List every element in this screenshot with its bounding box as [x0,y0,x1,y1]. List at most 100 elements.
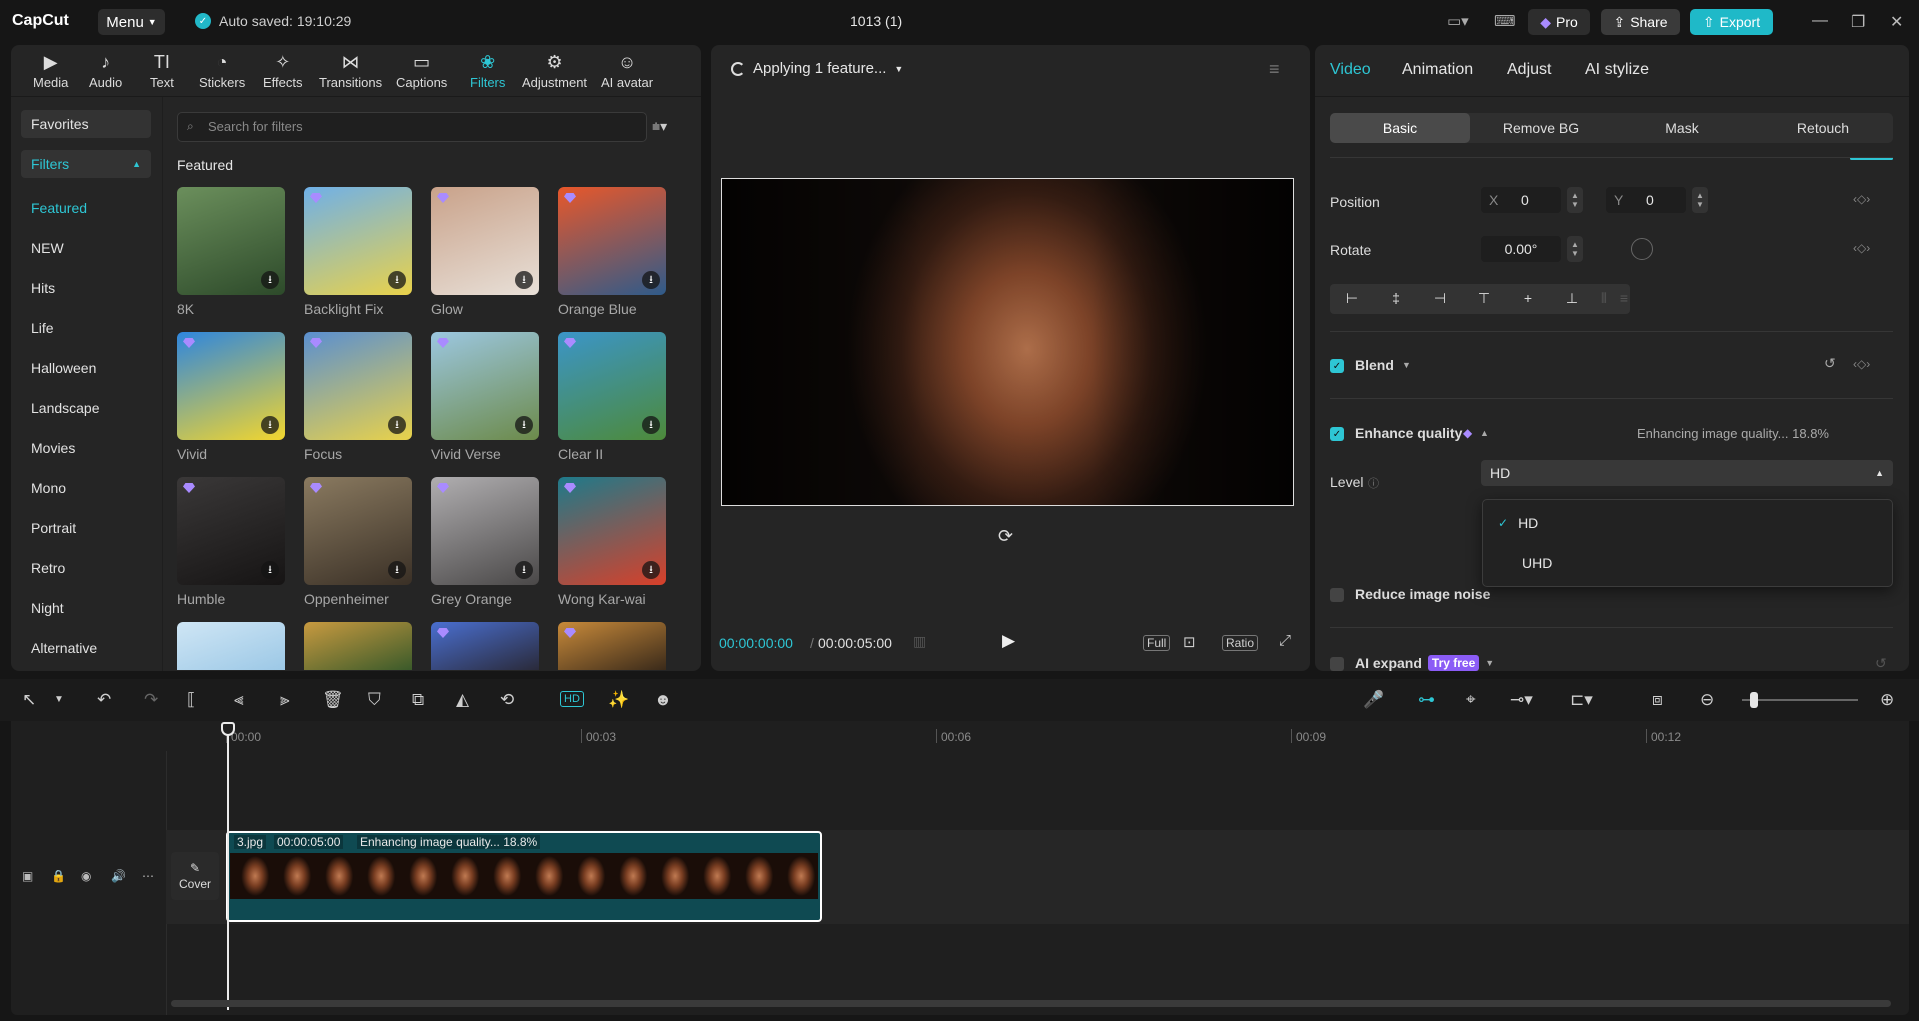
applying-status[interactable]: Applying 1 feature... ▼ [731,60,903,77]
download-icon[interactable]: ⭳ [388,416,406,434]
download-icon[interactable]: ⭳ [261,271,279,289]
filter-card[interactable]: ⭳ 8K [177,187,285,317]
eye-icon[interactable]: ◉ [81,869,91,883]
play-icon[interactable]: ▶ [1002,631,1015,651]
level-option-hd[interactable]: ✓ HD [1483,508,1892,538]
subtab-basic[interactable]: Basic [1330,113,1470,143]
reset-icon[interactable]: ↺ [1824,355,1836,372]
align-right-icon[interactable]: ⊣ [1430,290,1450,307]
undo-icon[interactable]: ↶ [97,690,111,710]
crop-icon[interactable]: ⧉ [412,690,424,710]
enhance-checkbox[interactable]: ✓ [1330,427,1344,441]
subtab-mask[interactable]: Mask [1612,113,1752,143]
filter-card[interactable]: ⭳ Oppenheimer [304,477,412,607]
subtab-retouch[interactable]: Retouch [1753,113,1893,143]
level-option-uhd[interactable]: UHD [1483,548,1892,578]
info-icon[interactable]: ⓘ [1368,475,1379,491]
sidebar-item-movies[interactable]: Movies [31,440,75,456]
screenshot-icon[interactable]: ⊡ [1183,633,1196,651]
fullscreen-icon[interactable]: ⤢ [1279,632,1291,649]
close-icon[interactable]: ✕ [1890,12,1903,32]
tab-filters[interactable]: ❀ Filters [470,51,505,90]
filter-card[interactable]: ⭳ Humble [177,477,285,607]
filter-card[interactable]: ⭳ Wong Kar-wai [558,477,666,607]
sidebar-favorites[interactable]: Favorites [21,110,151,138]
download-icon[interactable]: ⭳ [515,561,533,579]
filter-card[interactable] [558,622,666,670]
rotate-dial[interactable] [1631,238,1653,260]
delete-icon[interactable]: 🗑 [322,690,344,710]
keyframe-icon[interactable]: ‹◇› [1853,357,1870,371]
download-icon[interactable]: ⭳ [642,416,660,434]
search-input[interactable]: Search for filters [177,112,647,142]
rotate-field[interactable]: 0.00° [1481,236,1561,262]
filter-card[interactable]: ⭳ Vivid [177,332,285,462]
lock-icon[interactable]: 🔒 [51,869,66,883]
filter-thumbnail[interactable]: ⭳ [304,332,412,440]
tab-effects[interactable]: ✧ Effects [263,51,303,90]
sidebar-item-halloween[interactable]: Halloween [31,360,96,376]
reduce-noise-checkbox[interactable] [1330,588,1344,602]
restore-icon[interactable]: ❐ [1851,12,1865,32]
preview-axis-icon[interactable]: ⊏▾ [1570,690,1593,710]
zoom-slider-track[interactable] [1742,699,1858,701]
download-icon[interactable]: ⭳ [388,271,406,289]
chevron-down-icon[interactable]: ▼ [1485,658,1494,668]
filter-card[interactable]: ⭳ Orange Blue [558,187,666,317]
sidebar-item-hits[interactable]: Hits [31,280,55,296]
download-icon[interactable]: ⭳ [515,271,533,289]
keyframe-icon[interactable]: ‹◇› [1853,241,1870,255]
sidebar-item-life[interactable]: Life [31,320,54,336]
timeline[interactable]: 00:00 00:03 00:06 00:09 00:12 ▣ 🔒 ◉ 🔊 ⋯ ✎ Cov… [11,721,1909,1015]
rotate-handle-icon[interactable]: ⟳ [998,526,1013,547]
mirror-icon[interactable]: ◭ [456,690,469,710]
tab-text[interactable]: TI Text [150,51,174,90]
align-top-icon[interactable]: ⊤ [1474,290,1494,307]
filter-thumbnail[interactable]: ⭳ [558,332,666,440]
player-menu-icon[interactable]: ≡ [1269,59,1280,80]
filter-thumbnail[interactable] [558,622,666,670]
sidebar-item-retro[interactable]: Retro [31,560,65,576]
rotate-stepper[interactable]: ▲ ▼ [1567,236,1583,262]
playhead[interactable] [227,725,229,1010]
caption-icon[interactable]: ⧈ [1652,690,1663,710]
position-x-field[interactable]: X0 [1481,187,1561,213]
tab-video[interactable]: Video [1330,61,1371,79]
download-icon[interactable]: ⭳ [642,271,660,289]
zoom-slider-thumb[interactable] [1750,692,1758,708]
x-stepper[interactable]: ▲ ▼ [1567,187,1583,213]
filter-card[interactable]: ⭳ Focus [304,332,412,462]
video-preview[interactable] [721,178,1294,506]
tab-adjust[interactable]: Adjust [1507,61,1551,79]
share-button[interactable]: ⇪ Share [1601,9,1680,35]
sidebar-item-landscape[interactable]: Landscape [31,400,100,416]
chevron-down-icon[interactable]: ▼ [1402,360,1411,370]
chevron-up-icon[interactable]: ▲ [1480,428,1489,438]
download-icon[interactable]: ⭳ [642,561,660,579]
filter-card[interactable]: ⭳ Glow [431,187,539,317]
download-icon[interactable]: ⭳ [261,561,279,579]
volume-icon[interactable]: 🔊 [111,869,126,883]
filter-thumbnail[interactable]: ⭳ [177,187,285,295]
split-right-icon[interactable]: ⫸ [280,690,290,710]
align-center-v-icon[interactable]: + [1518,290,1538,306]
filter-thumbnail[interactable]: ⭳ [304,187,412,295]
zoom-out-icon[interactable]: ⊖ [1700,690,1714,710]
filter-thumbnail[interactable]: ⭳ [431,332,539,440]
link-icon[interactable]: ⊸▾ [1510,690,1533,710]
magic-wand-icon[interactable]: ✨ [608,690,629,710]
filter-card[interactable]: ⭳ Clear II [558,332,666,462]
ai-expand-checkbox[interactable] [1330,657,1344,671]
sidebar-item-night[interactable]: Night [31,600,64,616]
sidebar-item-mono[interactable]: Mono [31,480,66,496]
project-title[interactable]: 1013 (1) [850,13,902,29]
filter-card[interactable] [304,622,412,670]
full-button[interactable]: Full [1143,635,1171,651]
filter-card[interactable]: ⭳ Vivid Verse [431,332,539,462]
filter-thumbnail[interactable] [304,622,412,670]
filter-thumbnail[interactable]: ⭳ [431,187,539,295]
select-tool-icon[interactable]: ↖ [22,690,36,710]
filter-thumbnail[interactable] [431,622,539,670]
menu-button[interactable]: Menu ▼ [98,9,165,35]
tab-transitions[interactable]: ⋈ Transitions [319,51,382,90]
